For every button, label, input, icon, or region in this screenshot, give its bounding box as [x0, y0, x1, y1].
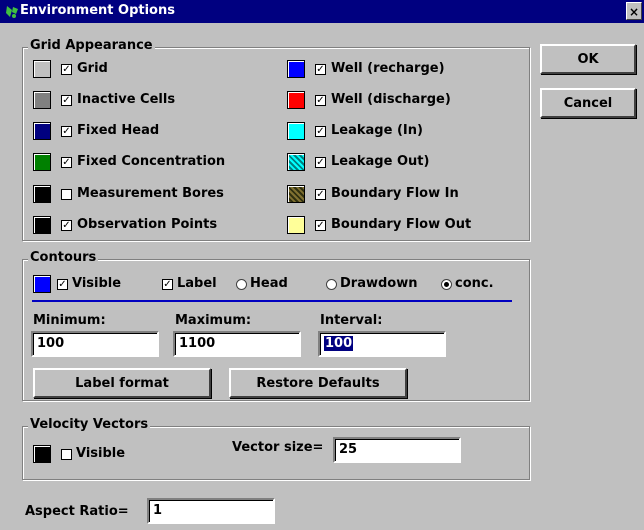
contours-legend: Contours [28, 250, 99, 265]
contours-divider [32, 300, 512, 302]
label-fixed-concentration: Fixed Concentration [77, 154, 226, 169]
title-bar: Environment Options × [0, 0, 644, 23]
swatch-leakage-in[interactable] [287, 122, 305, 140]
checkbox-measurement-bores[interactable] [61, 189, 72, 200]
radio-conc-label: conc. [455, 276, 494, 291]
contours-color-swatch[interactable] [33, 275, 51, 293]
app-logo-icon [6, 6, 18, 18]
label-grid: Grid [77, 61, 108, 76]
cancel-button[interactable]: Cancel [540, 88, 636, 118]
label-fixed-head: Fixed Head [77, 123, 160, 138]
vector-size-input[interactable]: 25 [333, 437, 461, 463]
contours-label-checkbox[interactable]: ✓ [162, 279, 173, 290]
swatch-well-discharge[interactable] [287, 91, 305, 109]
radio-drawdown-label: Drawdown [340, 276, 418, 291]
checkbox-observation-points[interactable]: ✓ [61, 220, 72, 231]
interval-input[interactable]: 100 [318, 331, 446, 357]
velocity-visible-label: Visible [76, 446, 126, 461]
label-well-recharge: Well (recharge) [331, 61, 445, 76]
grid-appearance-legend: Grid Appearance [28, 38, 155, 53]
checkbox-fixed-concentration[interactable]: ✓ [61, 157, 72, 168]
checkbox-inactive-cells[interactable]: ✓ [61, 95, 72, 106]
radio-head[interactable] [236, 279, 247, 290]
swatch-fixed-head[interactable] [33, 122, 51, 140]
label-observation-points: Observation Points [77, 217, 218, 232]
checkbox-leakage-in[interactable]: ✓ [315, 126, 326, 137]
aspect-ratio-label: Aspect Ratio= [25, 504, 129, 519]
contours-label-label: Label [177, 276, 217, 291]
label-well-discharge: Well (discharge) [331, 92, 451, 107]
label-inactive-cells: Inactive Cells [77, 92, 176, 107]
label-format-button[interactable]: Label format [33, 368, 211, 398]
radio-conc[interactable] [441, 279, 452, 290]
ok-button[interactable]: OK [540, 44, 636, 74]
checkbox-boundary-flow-in[interactable]: ✓ [315, 189, 326, 200]
swatch-inactive-cells[interactable] [33, 91, 51, 109]
checkbox-leakage-out[interactable]: ✓ [315, 157, 326, 168]
restore-defaults-button[interactable]: Restore Defaults [229, 368, 407, 398]
swatch-observation-points[interactable] [33, 216, 51, 234]
grid-appearance-group [22, 47, 530, 241]
checkbox-grid[interactable]: ✓ [61, 64, 72, 75]
swatch-well-recharge[interactable] [287, 60, 305, 78]
label-measurement-bores: Measurement Bores [77, 186, 224, 201]
close-button[interactable]: × [626, 2, 642, 20]
interval-label: Interval: [320, 313, 383, 328]
interval-value: 100 [324, 336, 354, 351]
radio-head-label: Head [250, 276, 288, 291]
maximum-input[interactable]: 1100 [173, 331, 301, 357]
window-title: Environment Options [20, 3, 175, 18]
swatch-boundary-flow-out[interactable] [287, 216, 305, 234]
swatch-fixed-concentration[interactable] [33, 153, 51, 171]
contours-visible-checkbox[interactable]: ✓ [57, 279, 68, 290]
minimum-label: Minimum: [33, 313, 106, 328]
velocity-vectors-legend: Velocity Vectors [28, 417, 151, 432]
swatch-measurement-bores[interactable] [33, 185, 51, 203]
label-boundary-flow-in: Boundary Flow In [331, 186, 459, 201]
checkbox-well-discharge[interactable]: ✓ [315, 95, 326, 106]
minimum-input[interactable]: 100 [31, 331, 159, 357]
checkbox-well-recharge[interactable]: ✓ [315, 64, 326, 75]
checkbox-boundary-flow-out[interactable]: ✓ [315, 220, 326, 231]
label-leakage-in: Leakage (In) [331, 123, 423, 138]
vector-size-label: Vector size= [232, 440, 324, 455]
label-boundary-flow-out: Boundary Flow Out [331, 217, 472, 232]
aspect-ratio-input[interactable]: 1 [147, 498, 275, 524]
label-leakage-out: Leakage Out) [331, 154, 430, 169]
swatch-grid[interactable] [33, 60, 51, 78]
velocity-visible-checkbox[interactable] [61, 449, 72, 460]
maximum-label: Maximum: [175, 313, 252, 328]
swatch-leakage-out[interactable] [287, 153, 305, 171]
radio-drawdown[interactable] [326, 279, 337, 290]
contours-visible-label: Visible [72, 276, 122, 291]
swatch-boundary-flow-in[interactable] [287, 185, 305, 203]
velocity-color-swatch[interactable] [33, 445, 51, 463]
checkbox-fixed-head[interactable]: ✓ [61, 126, 72, 137]
